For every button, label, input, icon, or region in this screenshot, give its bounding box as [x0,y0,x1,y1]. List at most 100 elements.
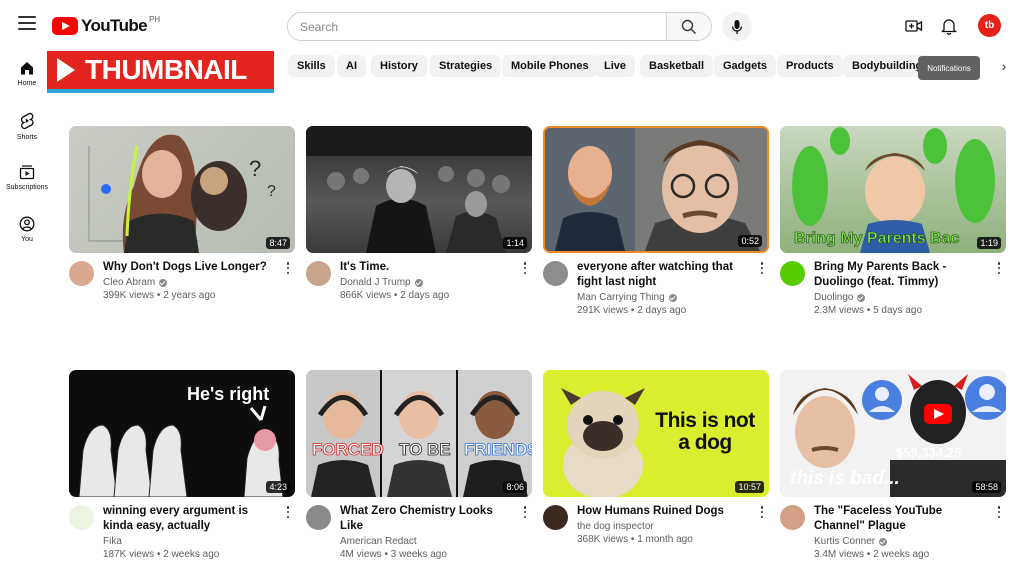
voice-search-button[interactable] [722,12,752,41]
video-duration: 58:58 [972,481,1001,493]
more-options-icon[interactable] [757,261,767,275]
more-options-icon[interactable] [994,505,1004,519]
more-options-icon[interactable] [520,505,530,519]
video-thumbnail[interactable]: 0:52 [543,126,769,253]
upload-age: 1 month ago [637,534,693,545]
channel-avatar[interactable] [306,505,331,530]
thumbnail-word: FORCED [312,440,385,460]
search-input[interactable] [288,13,666,40]
logo-text: YouTube [81,16,148,35]
chip-history[interactable]: History [371,55,427,77]
channel-name[interactable]: the dog inspector [577,521,654,532]
sidebar-item-label: Home [17,80,37,87]
view-count: 399K views [103,290,155,301]
chip-live[interactable]: Live [595,55,636,77]
video-thumbnail[interactable]: ? ? 8:47 [69,126,295,253]
chevron-right-icon[interactable]: › [996,58,1012,74]
more-options-icon[interactable] [994,261,1004,275]
video-title[interactable]: It's Time. [340,260,532,275]
create-button[interactable] [903,15,925,37]
sidebar-item-subscriptions[interactable]: Subscriptions [0,156,54,208]
verified-icon [857,293,866,302]
microphone-icon [731,19,743,34]
channel-avatar[interactable] [543,505,568,530]
chip-ai[interactable]: AI [337,55,366,77]
youtube-logo[interactable]: YouTube PH [52,15,160,37]
more-options-icon[interactable] [283,261,293,275]
video-thumbnail[interactable]: Bring My Parents Bac 1:19 [780,126,1006,253]
youtube-play-icon [52,17,78,35]
more-options-icon[interactable] [520,261,530,275]
video-title[interactable]: winning every argument is kinda easy, ac… [103,504,295,534]
channel-name[interactable]: American Redact [340,536,417,547]
video-title[interactable]: How Humans Ruined Dogs [577,504,769,519]
menu-icon[interactable] [18,16,36,30]
video-title[interactable]: Bring My Parents Back - Duolingo (feat. … [814,260,1006,290]
channel-name[interactable]: Cleo Abram [103,277,155,288]
notifications-button[interactable] [938,15,960,37]
shorts-icon [20,112,34,130]
channel-avatar[interactable] [543,261,568,286]
video-card: 0:52 everyone after watching that fight … [543,126,769,316]
video-title[interactable]: Why Don't Dogs Live Longer? [103,260,295,275]
channel-name[interactable]: Man Carrying Thing [577,292,665,303]
thumbnail-caption: This is not a dog [655,409,755,454]
channel-avatar[interactable] [69,505,94,530]
video-thumbnail[interactable]: $59,334.25 this is bad... 58:58 [780,370,1006,497]
thumbnail-word: FRIENDS [464,440,532,460]
you-icon [19,216,35,232]
video-duration: 1:14 [503,237,527,249]
thumbnail-word: TO BE [399,440,451,460]
chip-products[interactable]: Products [777,55,843,77]
search-button[interactable] [666,13,711,40]
thumbnail-caption: He's right [187,384,270,404]
video-duration: 8:06 [503,481,527,493]
view-count: 866K views [340,290,392,301]
channel-avatar[interactable] [780,505,805,530]
sidebar-item-you[interactable]: You [0,208,54,260]
upload-age: 5 days ago [873,305,923,316]
more-options-icon[interactable] [283,505,293,519]
channel-name[interactable]: Donald J Trump [340,277,411,288]
video-thumbnail[interactable]: He's right 4:23 [69,370,295,497]
video-thumbnail[interactable]: 1:14 [306,126,532,253]
notifications-tooltip: Notifications [918,56,980,80]
video-card: FORCED TO BE FRIENDS 8:06 What Zero Chem… [306,370,532,560]
video-title[interactable]: What Zero Chemistry Looks Like [340,504,532,534]
video-thumbnail[interactable]: FORCED TO BE FRIENDS 8:06 [306,370,532,497]
chip-basketball[interactable]: Basketball [640,55,714,77]
view-count: 291K views [577,305,629,316]
channel-avatar[interactable] [69,261,94,286]
region-code: PH [149,14,161,24]
more-options-icon[interactable] [757,505,767,519]
channel-name[interactable]: Duolingo [814,292,853,303]
video-card: This is not a dog 10:57 How Humans Ruine… [543,370,769,545]
channel-name[interactable]: Fika [103,536,122,547]
video-title[interactable]: everyone after watching that fight last … [577,260,769,290]
svg-text:?: ? [249,156,261,181]
upload-age: 2 weeks ago [163,549,220,560]
view-count: 187K views [103,549,155,560]
channel-avatar[interactable] [780,261,805,286]
account-avatar[interactable]: tb [978,14,1001,37]
chip-strategies[interactable]: Strategies [430,55,502,77]
video-title[interactable]: The "Faceless YouTube Channel" Plague [814,504,1006,534]
chip-gadgets[interactable]: Gadgets [714,55,777,77]
thumbnail-caption: Bring My Parents Bac [794,230,960,248]
sidebar-item-label: You [21,236,33,243]
video-duration: 1:19 [977,237,1001,249]
sidebar-item-shorts[interactable]: Shorts [0,104,54,156]
verified-icon [879,537,888,546]
video-duration: 0:52 [738,235,762,247]
video-thumbnail[interactable]: This is not a dog 10:57 [543,370,769,497]
upload-age: 2 years ago [163,290,216,301]
banner-play-icon [57,58,75,82]
banner-text: THUMBNAIL [85,54,247,85]
channel-name[interactable]: Kurtis Conner [814,536,875,547]
chip-skills[interactable]: Skills [288,55,335,77]
thumbnail-banner: THUMBNAIL [47,51,274,89]
thumbnail-amount: $59,334.25 [896,445,962,460]
sidebar-item-home[interactable]: Home [0,52,54,104]
channel-avatar[interactable] [306,261,331,286]
chip-mobile-phones[interactable]: Mobile Phones [502,55,598,77]
